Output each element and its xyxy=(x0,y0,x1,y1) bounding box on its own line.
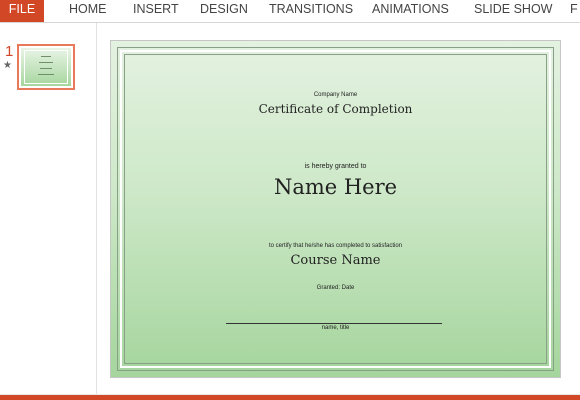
thumbnail-text-line xyxy=(38,74,54,75)
tab-file[interactable]: FILE xyxy=(0,0,44,22)
thumbnail-text-line xyxy=(40,68,52,69)
ribbon-tab-bar: FILE HOME INSERT DESIGN TRANSITIONS ANIM… xyxy=(0,0,580,23)
star-icon: ★ xyxy=(3,60,12,71)
company-name-text[interactable]: Company Name xyxy=(111,92,560,98)
certificate-slide[interactable]: Company Name Certificate of Completion i… xyxy=(110,40,561,378)
signature-line xyxy=(226,323,442,324)
tab-home[interactable]: HOME xyxy=(69,0,107,22)
thumbnail-text-line xyxy=(41,56,51,57)
tab-design[interactable]: DESIGN xyxy=(200,0,248,22)
signature-caption[interactable]: name, title xyxy=(111,325,560,331)
tab-transitions[interactable]: TRANSITIONS xyxy=(269,0,353,22)
slide-thumbnail[interactable] xyxy=(17,44,75,90)
slide-editor: Company Name Certificate of Completion i… xyxy=(97,23,580,395)
slide-thumbnail-pane: 1 ★ xyxy=(0,23,97,395)
tab-insert[interactable]: INSERT xyxy=(133,0,179,22)
status-bar xyxy=(0,395,580,400)
granted-to-text[interactable]: is hereby granted to xyxy=(111,163,560,170)
tab-slide-show[interactable]: SLIDE SHOW xyxy=(474,0,553,22)
certificate-border-inner xyxy=(124,54,547,364)
thumbnail-text-line xyxy=(39,62,53,63)
slide-number: 1 xyxy=(5,43,14,60)
granted-date[interactable]: Granted: Date xyxy=(111,285,560,291)
certificate-title[interactable]: Certificate of Completion xyxy=(111,102,560,116)
tab-animations[interactable]: ANIMATIONS xyxy=(372,0,449,22)
tab-format-partial[interactable]: F xyxy=(570,0,578,22)
certify-text[interactable]: to certify that he/she has completed to … xyxy=(111,243,560,249)
course-name[interactable]: Course Name xyxy=(111,253,560,268)
slide-thumbnail-preview xyxy=(21,48,71,86)
recipient-name[interactable]: Name Here xyxy=(111,175,560,199)
